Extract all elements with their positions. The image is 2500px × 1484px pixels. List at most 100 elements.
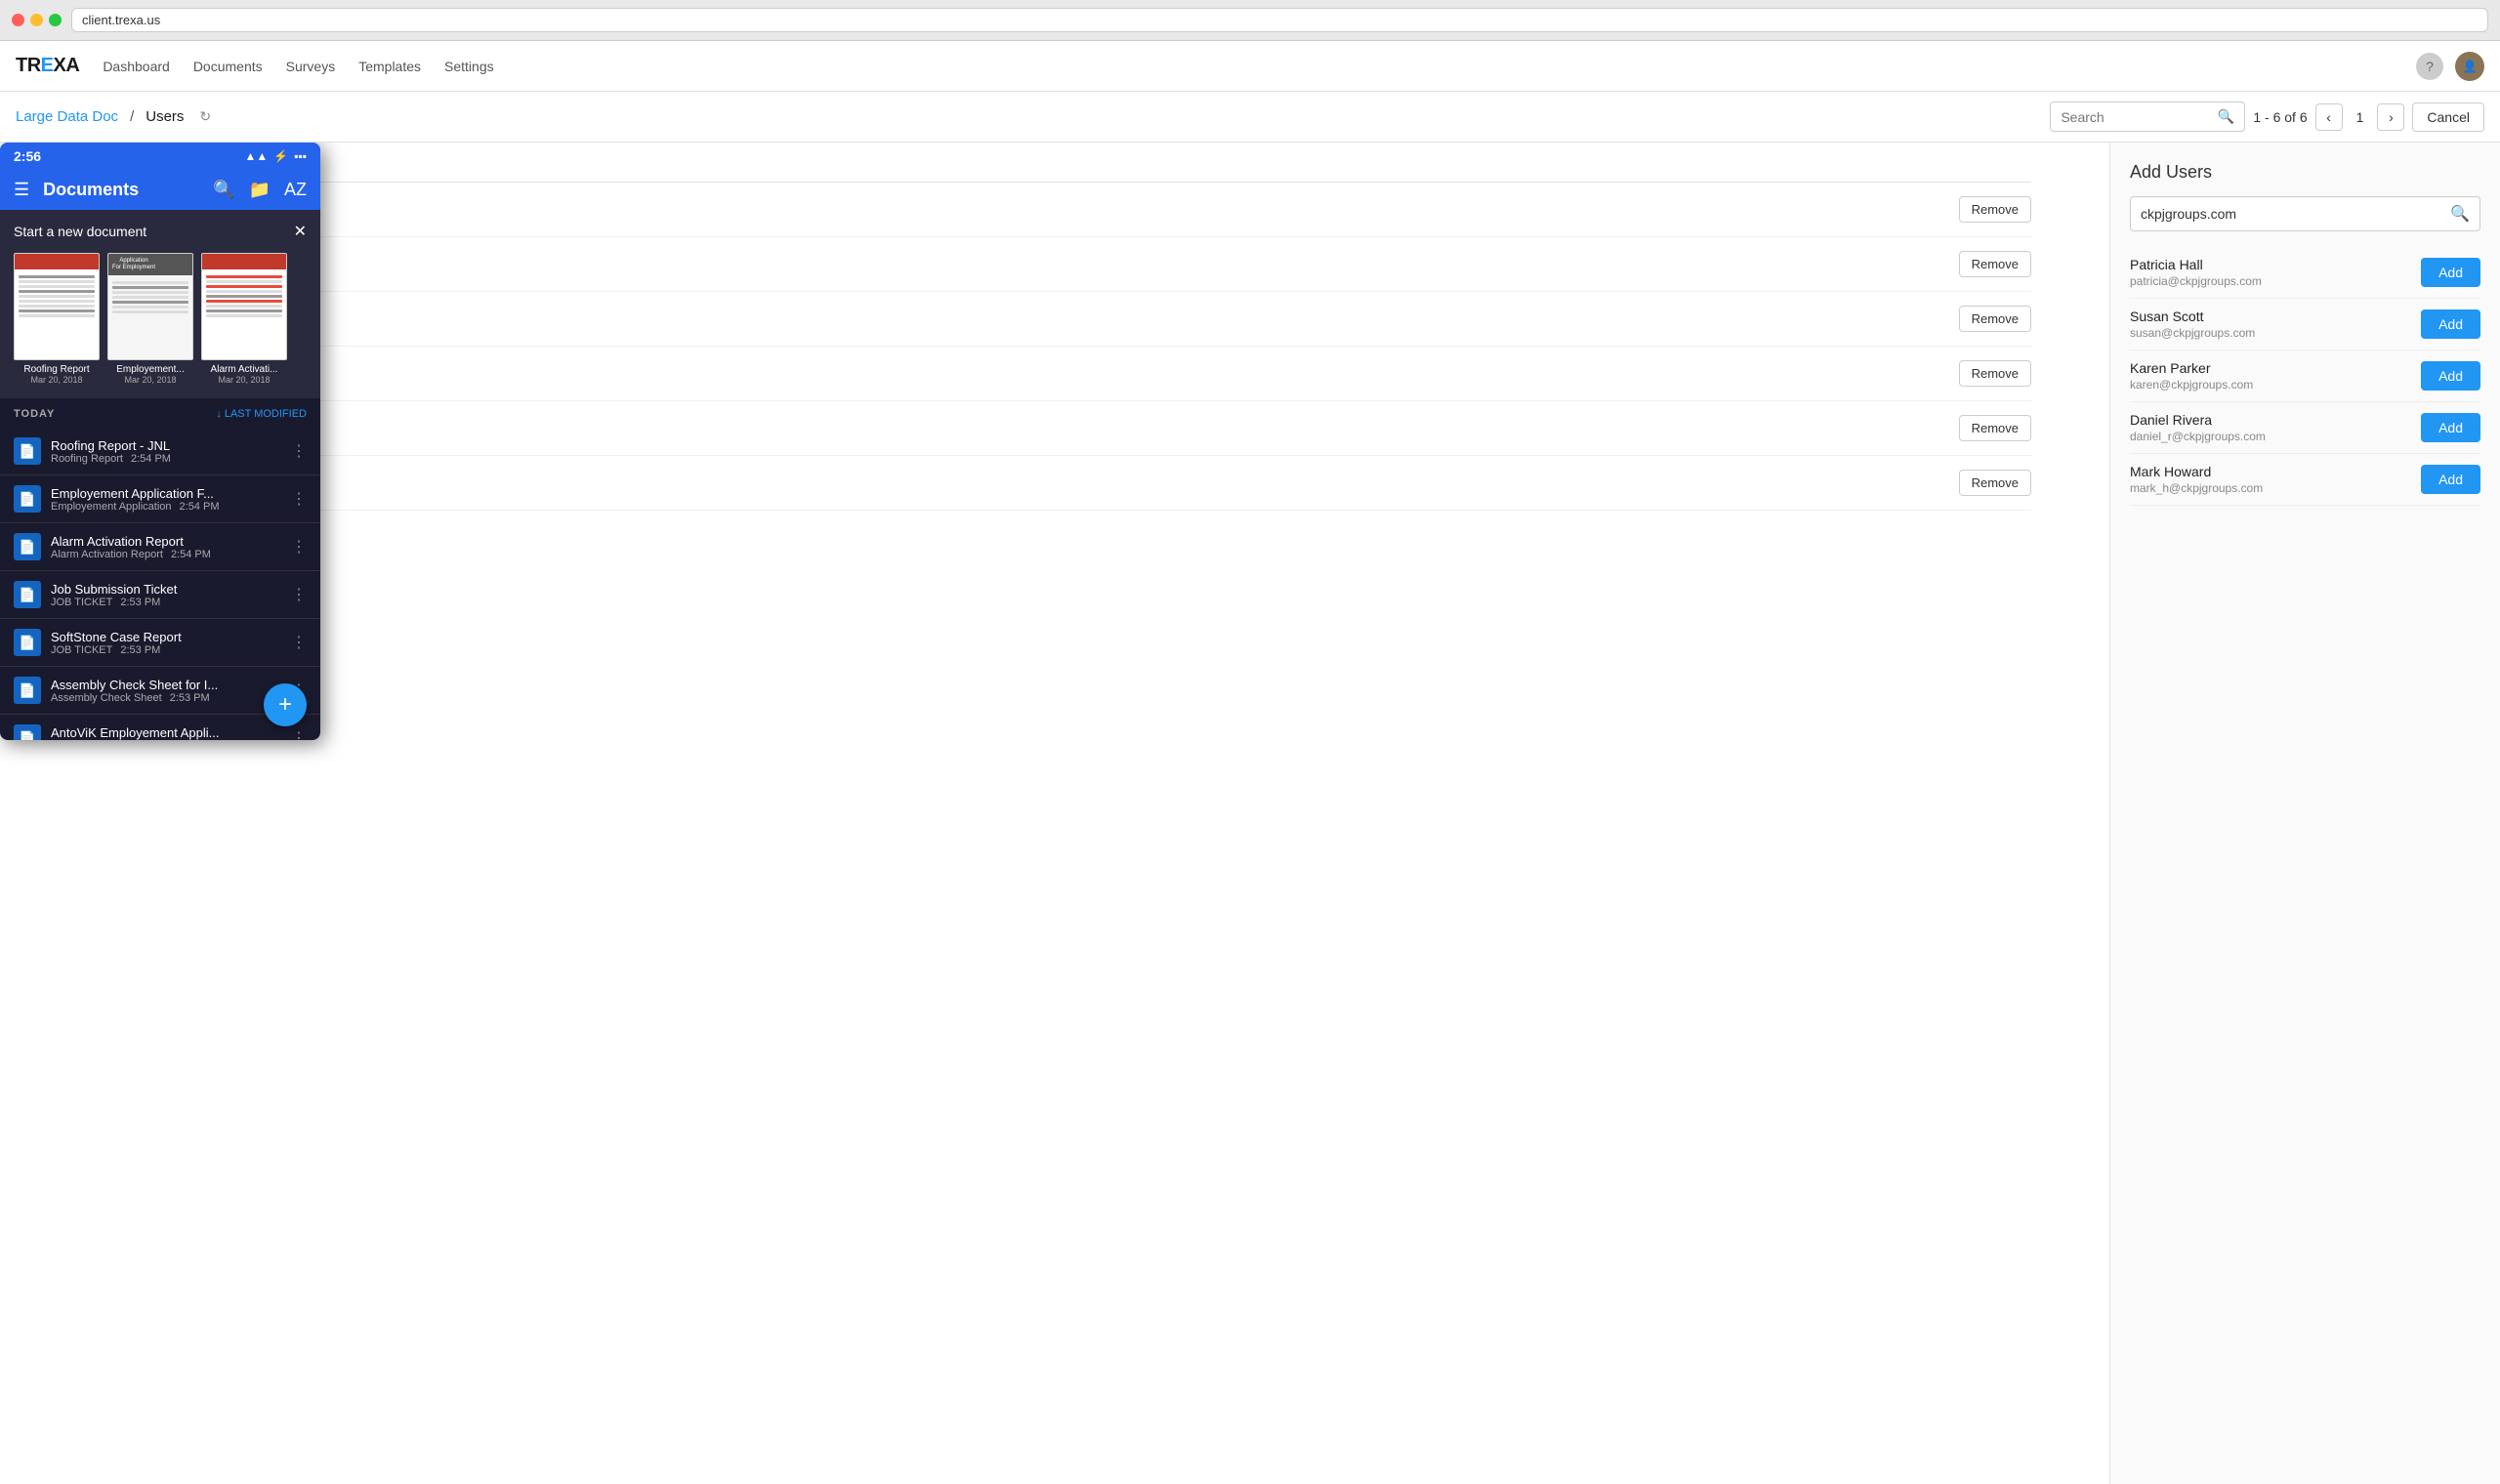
candidate-row: Mark Howard mark_h@ckpjgroups.com Add — [2130, 454, 2480, 506]
thumb-employment-img: ApplicationFor Employment — [107, 253, 193, 360]
remove-button[interactable]: Remove — [1959, 251, 2031, 277]
user-rows-container: james@ckpjgroups.com Remove john@mailina… — [78, 183, 2031, 511]
fab-add-button[interactable]: + — [264, 683, 307, 726]
nav-dashboard[interactable]: Dashboard — [103, 55, 170, 78]
table-row: linda@ckpjgroups.com Remove — [78, 456, 2031, 511]
candidate-row: Susan Scott susan@ckpjgroups.com Add — [2130, 299, 2480, 350]
thumb-employment-date: Mar 20, 2018 — [107, 375, 193, 385]
list-item[interactable]: 📄 SoftStone Case Report JOB TICKET 2:53 … — [0, 619, 320, 667]
nav-links: Dashboard Documents Surveys Templates Se… — [103, 55, 493, 78]
next-page-button[interactable]: › — [2377, 103, 2404, 131]
browser-chrome: client.trexa.us — [0, 0, 2500, 41]
list-item[interactable]: 📄 Roofing Report - JNL Roofing Report 2:… — [0, 428, 320, 475]
doc-item-time: 2:53 PM — [170, 692, 210, 704]
thumb-roofing-date: Mar 20, 2018 — [14, 375, 100, 385]
thumb-employment[interactable]: ApplicationFor Employment Employeme — [107, 253, 193, 385]
candidate-info: Susan Scott susan@ckpjgroups.com — [2130, 309, 2255, 340]
remove-button[interactable]: Remove — [1959, 196, 2031, 223]
doc-item-meta: JOB TICKET 2:53 PM — [51, 644, 281, 656]
list-item[interactable]: 📄 Job Submission Ticket JOB TICKET 2:53 … — [0, 571, 320, 619]
candidate-row: Karen Parker karen@ckpjgroups.com Add — [2130, 350, 2480, 402]
prev-page-button[interactable]: ‹ — [2315, 103, 2343, 131]
today-label-row: TODAY ↓ LAST MODIFIED — [14, 408, 307, 420]
doc-item-more-button[interactable]: ⋮ — [291, 489, 307, 509]
candidates-container: Patricia Hall patricia@ckpjgroups.com Ad… — [2130, 247, 2480, 506]
last-modified-sort[interactable]: ↓ LAST MODIFIED — [216, 408, 307, 420]
close-button[interactable] — [12, 14, 24, 26]
thumb-roofing-img — [14, 253, 100, 360]
user-avatar[interactable]: 👤 — [2455, 52, 2484, 81]
menu-icon[interactable]: ☰ — [14, 180, 29, 200]
mobile-overlay: 2:56 ▲▲ ⚡ ▪▪▪ ☰ Documents 🔍 📁 AZ S — [0, 143, 320, 740]
doc-item-category: Roofing Report — [51, 453, 123, 465]
maximize-button[interactable] — [49, 14, 62, 26]
remove-button[interactable]: Remove — [1959, 415, 2031, 441]
add-users-title: Add Users — [2130, 162, 2480, 183]
doc-icon: 📄 — [14, 485, 41, 513]
doc-item-meta: Roofing Report 2:54 PM — [51, 453, 281, 465]
doc-item-name: Assembly Check Sheet for I... — [51, 678, 281, 692]
candidate-info: Mark Howard mark_h@ckpjgroups.com — [2130, 464, 2263, 495]
nav-documents[interactable]: Documents — [193, 55, 263, 78]
breadcrumb-parent[interactable]: Large Data Doc — [16, 108, 118, 125]
doc-item-name: Roofing Report - JNL — [51, 438, 281, 453]
mobile-folder-icon[interactable]: 📁 — [249, 180, 271, 200]
list-item[interactable]: 📄 Employement Application F... Employeme… — [0, 475, 320, 523]
add-candidate-button[interactable]: Add — [2421, 258, 2480, 287]
thumb-alarm-date: Mar 20, 2018 — [201, 375, 287, 385]
doc-item-meta: Employement Application 2:53 PM — [51, 740, 281, 741]
doc-icon: 📄 — [14, 677, 41, 704]
doc-item-more-button[interactable]: ⋮ — [291, 537, 307, 556]
doc-item-more-button[interactable]: ⋮ — [291, 728, 307, 740]
doc-item-meta: Employement Application 2:54 PM — [51, 501, 281, 513]
candidate-info: Daniel Rivera daniel_r@ckpjgroups.com — [2130, 412, 2266, 443]
doc-item-more-button[interactable]: ⋮ — [291, 633, 307, 652]
doc-item-more-button[interactable]: ⋮ — [291, 441, 307, 461]
nav-surveys[interactable]: Surveys — [286, 55, 336, 78]
add-candidate-button[interactable]: Add — [2421, 413, 2480, 442]
email-column-header: Email — [78, 143, 2031, 183]
doc-item-time: 2:53 PM — [120, 644, 160, 656]
close-new-doc-button[interactable]: ✕ — [294, 222, 307, 241]
cancel-button[interactable]: Cancel — [2412, 103, 2484, 132]
search-input[interactable] — [2061, 109, 2212, 125]
logo: TREXA — [16, 55, 79, 77]
thumb-alarm-header — [202, 254, 286, 269]
thumb-alarm[interactable]: Alarm Activati... Mar 20, 2018 — [201, 253, 287, 385]
remove-button[interactable]: Remove — [1959, 360, 2031, 387]
doc-thumbnails: Roofing Report Mar 20, 2018 ApplicationF… — [0, 253, 320, 398]
mobile-sort-icon[interactable]: AZ — [284, 180, 307, 200]
nav-templates[interactable]: Templates — [358, 55, 421, 78]
table-row: william@ckpjgroups.com Remove — [78, 401, 2031, 456]
refresh-icon[interactable]: ↻ — [199, 108, 211, 125]
top-nav: TREXA Dashboard Documents Surveys Templa… — [0, 41, 2500, 92]
nav-settings[interactable]: Settings — [444, 55, 494, 78]
start-new-doc-label: Start a new document — [14, 224, 146, 239]
minimize-button[interactable] — [30, 14, 43, 26]
add-candidate-button[interactable]: Add — [2421, 361, 2480, 391]
doc-item-info: Alarm Activation Report Alarm Activation… — [51, 534, 281, 560]
doc-item-meta: Alarm Activation Report 2:54 PM — [51, 549, 281, 560]
traffic-lights — [12, 14, 62, 26]
add-users-panel: Add Users 🔍 Patricia Hall patricia@ckpjg… — [2109, 143, 2500, 1484]
add-users-search-input[interactable] — [2141, 206, 2444, 222]
mobile-app-title: Documents — [43, 180, 199, 200]
url-bar[interactable]: client.trexa.us — [71, 8, 2488, 32]
remove-button[interactable]: Remove — [1959, 306, 2031, 332]
mobile-search-icon[interactable]: 🔍 — [213, 180, 234, 200]
app-container: TREXA Dashboard Documents Surveys Templa… — [0, 41, 2500, 1484]
add-candidate-button[interactable]: Add — [2421, 465, 2480, 494]
doc-item-name: AntoViK Employement Appli... — [51, 725, 281, 740]
doc-item-time: 2:53 PM — [120, 597, 160, 608]
candidate-email: patricia@ckpjgroups.com — [2130, 274, 2262, 288]
doc-item-time: 2:54 PM — [131, 453, 171, 465]
doc-item-more-button[interactable]: ⋮ — [291, 585, 307, 604]
thumb-roofing-report[interactable]: Roofing Report Mar 20, 2018 — [14, 253, 100, 385]
remove-button[interactable]: Remove — [1959, 470, 2031, 496]
list-item[interactable]: 📄 Alarm Activation Report Alarm Activati… — [0, 523, 320, 571]
candidate-email: mark_h@ckpjgroups.com — [2130, 481, 2263, 495]
help-icon[interactable]: ? — [2416, 53, 2443, 80]
doc-item-info: Job Submission Ticket JOB TICKET 2:53 PM — [51, 582, 281, 608]
add-candidate-button[interactable]: Add — [2421, 309, 2480, 339]
doc-item-meta: JOB TICKET 2:53 PM — [51, 597, 281, 608]
